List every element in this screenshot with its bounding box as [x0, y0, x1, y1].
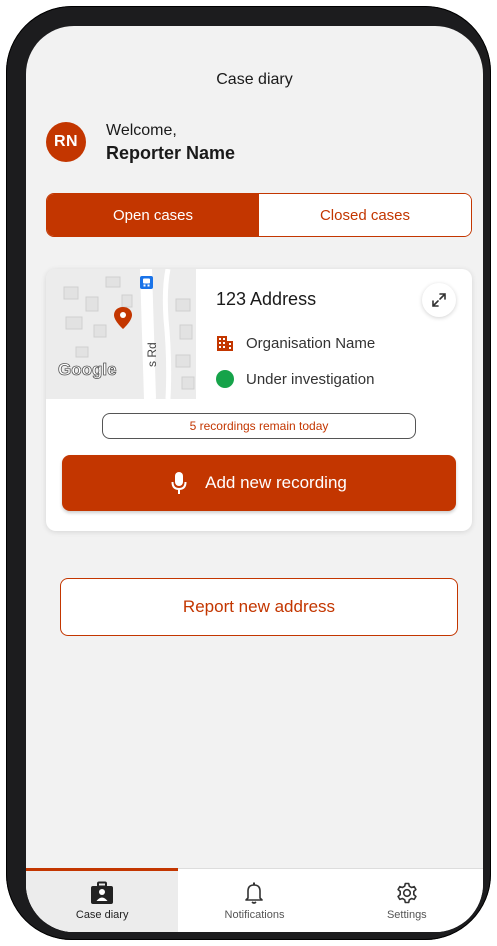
tab-settings[interactable]: Settings	[331, 869, 483, 932]
map-graphic: s Rd Google	[46, 269, 196, 399]
bottom-tab-bar: Case diary Notifications Settings	[26, 868, 483, 932]
tab-label: Notifications	[224, 909, 285, 921]
reporter-name: Reporter Name	[106, 143, 236, 163]
tab-case-diary[interactable]: Case diary	[26, 868, 179, 932]
app-screen: Case diary RN Welcome, Reporter Name Ope…	[26, 26, 483, 932]
expand-map-button[interactable]	[422, 283, 456, 317]
gear-icon	[397, 882, 417, 904]
tab-label: Settings	[386, 909, 427, 921]
building-icon	[217, 336, 233, 351]
add-recording-button[interactable]: Add new recording	[62, 455, 456, 511]
briefcase-icon	[91, 881, 114, 904]
svg-text:s Rd: s Rd	[145, 342, 159, 367]
tab-closed-cases[interactable]: Closed cases	[259, 194, 471, 236]
status-indicator	[216, 370, 234, 388]
bell-icon	[245, 882, 264, 904]
microphone-icon	[171, 472, 187, 494]
map-thumbnail[interactable]: s Rd Google	[46, 269, 196, 399]
phone-frame: Case diary RN Welcome, Reporter Name Ope…	[6, 6, 491, 940]
case-card: s Rd Google 123 Address Organisation Nam…	[46, 269, 472, 531]
bus-stop-icon	[140, 276, 153, 289]
organisation-name: Organisation Name	[246, 334, 376, 352]
google-logo: Google	[58, 360, 117, 379]
tab-open-cases[interactable]: Open cases	[47, 194, 259, 236]
status-row: Under investigation	[216, 370, 374, 388]
add-recording-label: Add new recording	[205, 473, 347, 492]
avatar: RN	[46, 122, 86, 162]
tab-notifications[interactable]: Notifications	[178, 869, 330, 932]
tab-label: Case diary	[75, 909, 129, 921]
organisation-row: Organisation Name	[216, 334, 375, 352]
welcome-greeting: Welcome,	[106, 122, 177, 139]
recordings-remaining-badge: 5 recordings remain today	[102, 413, 416, 439]
case-filter-segmented-control: Open cases Closed cases	[46, 193, 472, 237]
case-address: 123 Address	[216, 289, 317, 309]
case-status: Under investigation	[246, 370, 375, 388]
report-new-address-button[interactable]: Report new address	[60, 578, 458, 636]
expand-icon	[432, 293, 446, 307]
page-title: Case diary	[216, 71, 293, 88]
